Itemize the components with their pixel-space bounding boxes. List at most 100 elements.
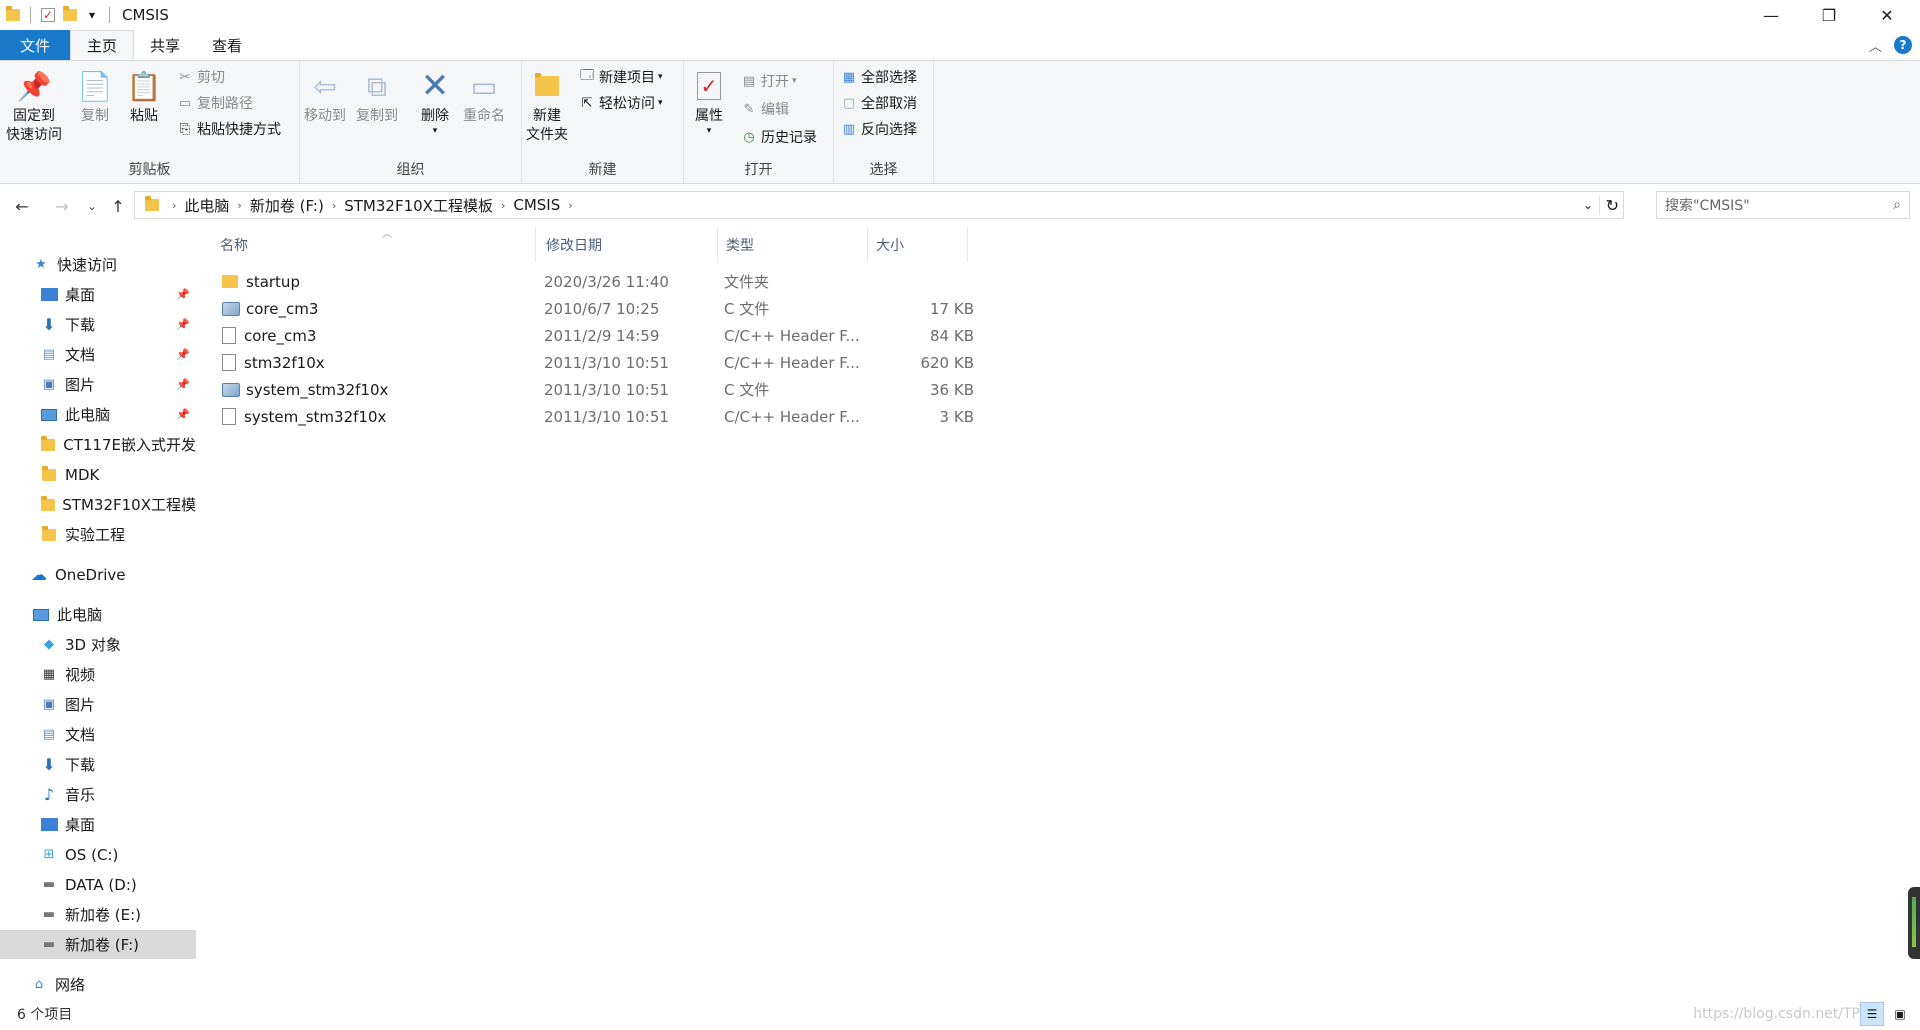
drive-icon: ▬ (42, 877, 56, 892)
select-all-button[interactable]: ▦ 全部选择 (840, 65, 917, 89)
pin-quick-access-button[interactable]: 📌 固定到 快速访问 (6, 67, 62, 145)
column-header-size[interactable]: 大小 (868, 228, 968, 262)
tab-home[interactable]: 主页 (70, 30, 135, 60)
nav-item-ct117e[interactable]: CT117E嵌入式开发 (0, 430, 196, 459)
nav-item-stm32-template[interactable]: STM32F10X工程模 (0, 490, 196, 519)
tab-file[interactable]: 文件 (0, 30, 70, 60)
table-row[interactable]: core_cm3 2010/6/7 10:25 C 文件 17 KB (214, 295, 974, 322)
large-icons-view-icon[interactable]: ▣ (1888, 1002, 1912, 1026)
invert-selection-button[interactable]: ▥ 反向选择 (840, 117, 917, 141)
tab-share[interactable]: 共享 (134, 30, 196, 60)
new-folder-icon (63, 6, 77, 21)
table-row[interactable]: startup 2020/3/26 11:40 文件夹 (214, 268, 974, 295)
divider (30, 7, 31, 23)
column-header-modified[interactable]: 修改日期 (538, 228, 718, 262)
paste-shortcut-button[interactable]: ⎘ 粘贴快捷方式 (176, 117, 281, 141)
new-folder-button[interactable]: 新建 文件夹 (526, 67, 568, 145)
film-icon: ▦ (42, 667, 56, 682)
properties-qa-button[interactable]: ✓ (37, 4, 59, 26)
new-item-button[interactable]: 🗔 新建项目 ▾ (578, 65, 663, 89)
quick-access-dropdown[interactable]: ▾ (81, 4, 103, 26)
breadcrumb-drive-f[interactable]: 新加卷 (F:) (246, 195, 328, 216)
nav-item-drive-e[interactable]: ▬ 新加卷 (E:) (0, 900, 196, 929)
maximize-button[interactable]: ❐ (1800, 0, 1858, 30)
nav-item-pictures[interactable]: ▣ 图片 📌 (0, 370, 196, 399)
group-label: 剪贴板 (128, 162, 171, 178)
breadcrumb-template[interactable]: STM32F10X工程模板 (340, 195, 497, 216)
refresh-icon[interactable]: ↻ (1598, 195, 1619, 215)
open-button[interactable]: ▤ 打开 ▾ (740, 69, 797, 93)
column-header-name[interactable]: 名称 ︿ (212, 228, 536, 262)
minimize-button[interactable]: — (1742, 0, 1800, 30)
nav-item-music[interactable]: ♪ 音乐 (0, 780, 196, 809)
nav-network[interactable]: ⌂ 网络 (0, 970, 196, 999)
nav-item-pictures-pc[interactable]: ▣ 图片 (0, 690, 196, 719)
breadcrumb-separator[interactable]: › (564, 199, 576, 212)
file-name-cell: system_stm32f10x (222, 376, 388, 403)
file-modified-cell: 2011/3/10 10:51 (544, 353, 669, 372)
move-to-button[interactable]: ⇦ 移动到 (304, 67, 346, 126)
file-size-cell: 3 KB (939, 407, 974, 426)
select-none-button[interactable]: ▢ 全部取消 (840, 91, 917, 115)
delete-button[interactable]: ✕ 删除 ▾ (418, 67, 452, 137)
nav-item-videos[interactable]: ▦ 视频 (0, 660, 196, 689)
select-group: ▦ 全部选择 ▢ 全部取消 ▥ 反向选择 选择 (834, 61, 934, 183)
properties-button[interactable]: ✓ 属性 ▾ (692, 67, 726, 136)
table-row[interactable]: stm32f10x 2011/3/10 10:51 C/C++ Header F… (214, 349, 974, 376)
up-arrow-icon[interactable]: ↑ (106, 194, 130, 218)
column-header-type[interactable]: 类型 (718, 228, 868, 262)
nav-item-desktop[interactable]: 桌面 📌 (0, 280, 196, 309)
pin-icon: 📌 (16, 69, 52, 103)
details-view-icon[interactable]: ☰ (1860, 1002, 1884, 1026)
nav-item-documents-pc[interactable]: ▤ 文档 (0, 720, 196, 749)
history-button[interactable]: ◷ 历史记录 (740, 125, 817, 149)
nav-item-experiments[interactable]: 实验工程 (0, 520, 196, 549)
easy-access-button[interactable]: ⇱ 轻松访问 ▾ (578, 91, 663, 115)
help-icon[interactable]: ? (1894, 36, 1912, 54)
nav-item-drive-d[interactable]: ▬ DATA (D:) (0, 870, 196, 899)
table-row[interactable]: system_stm32f10x 2011/3/10 10:51 C/C++ H… (214, 403, 974, 430)
folder-icon (2, 4, 24, 26)
table-row[interactable]: core_cm3 2011/2/9 14:59 C/C++ Header F..… (214, 322, 974, 349)
breadcrumb-cmsis[interactable]: CMSIS (509, 196, 564, 214)
document-icon: ▤ (42, 347, 56, 362)
nav-item-mdk[interactable]: MDK (0, 460, 196, 489)
nav-item-desktop-pc[interactable]: 桌面 (0, 810, 196, 839)
shortcut-icon: ⎘ (179, 121, 191, 137)
new-folder-qa-button[interactable] (59, 4, 81, 26)
copy-to-button[interactable]: ⧉ 复制到 (356, 67, 398, 126)
picture-icon: ▣ (42, 377, 56, 392)
address-bar[interactable]: › 此电脑 › 新加卷 (F:) › STM32F10X工程模板 › CMSIS… (134, 191, 1624, 219)
c-source-file-icon (222, 382, 240, 397)
file-size-cell: 36 KB (930, 380, 974, 399)
copy-path-button[interactable]: ▭ 复制路径 (176, 91, 253, 115)
nav-item-3d-objects[interactable]: ◆ 3D 对象 (0, 630, 196, 659)
properties-icon: ✓ (692, 67, 726, 105)
address-dropdown-icon[interactable]: ⌄ (1583, 198, 1593, 212)
nav-item-downloads-pc[interactable]: ⬇ 下载 (0, 750, 196, 779)
nav-item-documents[interactable]: ▤ 文档 📌 (0, 340, 196, 369)
copy-button[interactable]: 📄 复制 (78, 67, 113, 126)
side-gadget-handle[interactable] (1908, 887, 1920, 959)
paste-button[interactable]: 📋 粘贴 (127, 67, 162, 126)
nav-item-this-pc-pinned[interactable]: 此电脑 📌 (0, 400, 196, 429)
nav-item-drive-c[interactable]: ⊞ OS (C:) (0, 840, 196, 869)
table-row[interactable]: system_stm32f10x 2011/3/10 10:51 C 文件 36… (214, 376, 974, 403)
tab-view[interactable]: 查看 (196, 30, 258, 60)
nav-item-downloads[interactable]: ⬇ 下载 📌 (0, 310, 196, 339)
rename-button[interactable]: ▭ 重命名 (463, 67, 505, 126)
edit-button[interactable]: ✎ 编辑 (740, 97, 789, 121)
recent-locations-chevron-icon[interactable]: ⌄ (80, 194, 104, 218)
collapse-ribbon-icon[interactable]: ︿ (1869, 36, 1882, 55)
nav-this-pc[interactable]: 此电脑 (0, 600, 196, 629)
nav-item-drive-f[interactable]: ▬ 新加卷 (F:) (0, 930, 196, 959)
search-input[interactable]: 搜索"CMSIS" ⌕ (1656, 191, 1910, 219)
back-arrow-icon[interactable]: ← (10, 194, 34, 218)
nav-quick-access[interactable]: ★ 快速访问 (0, 250, 196, 279)
folder-icon (40, 435, 56, 453)
close-button[interactable]: ✕ (1858, 0, 1916, 30)
cut-button[interactable]: ✂ 剪切 (176, 65, 225, 89)
nav-onedrive[interactable]: ☁ OneDrive (0, 560, 196, 589)
forward-arrow-icon[interactable]: → (50, 194, 74, 218)
breadcrumb-this-pc[interactable]: 此电脑 (180, 195, 233, 216)
